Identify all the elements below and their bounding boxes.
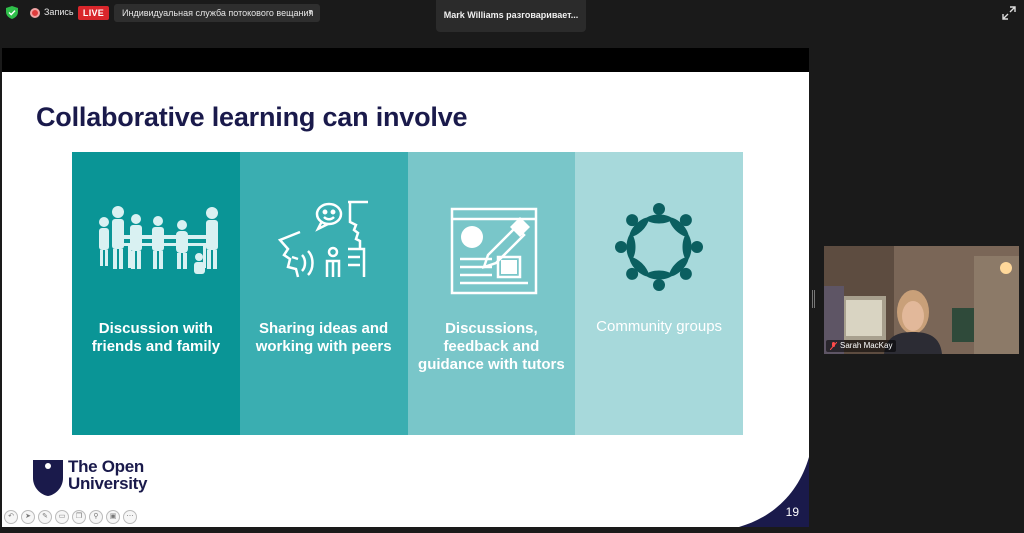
active-speaker-text: Mark Williams разговаривает...	[443, 10, 579, 20]
streaming-service-dropdown[interactable]: Индивидуальная служба потокового вещания…	[114, 4, 320, 22]
participant-name: Sarah MacKay	[840, 341, 893, 350]
open-university-logo: The Open University	[33, 458, 158, 498]
panel-label: Discussion with friends and family	[91, 320, 221, 355]
encryption-shield-icon[interactable]	[6, 6, 18, 19]
copy-icon[interactable]: ❐	[72, 510, 86, 524]
ou-logo-text: The Open University	[68, 457, 148, 493]
participant-video-tile[interactable]: Sarah MacKay	[824, 246, 1019, 354]
recording-label: Запись	[44, 7, 74, 17]
live-badge[interactable]: LIVE	[78, 6, 109, 20]
shared-screen-top-band	[2, 48, 809, 72]
exit-fullscreen-icon[interactable]	[1002, 6, 1016, 20]
document-with-pen-icon	[450, 207, 537, 295]
active-speaker-indicator: Mark Williams разговаривает...	[436, 0, 586, 32]
group-of-people-icon	[99, 206, 218, 274]
highlighter-icon[interactable]: ▭	[55, 510, 69, 524]
shared-slide: Collaborative learning can involve Discu…	[2, 72, 809, 527]
pen-icon[interactable]: ✎	[38, 510, 52, 524]
annotation-toolbar: ↶ ➤ ✎ ▭ ❐ ⚲ ▣ ⋯	[4, 510, 137, 526]
panel-label: Sharing ideas and working with peers	[255, 320, 392, 355]
panel-label: Community groups	[596, 318, 723, 335]
zoom-icon[interactable]: ⚲	[89, 510, 103, 524]
streaming-service-value: Индивидуальная служба потокового вещания	[122, 8, 314, 18]
panel-community-groups: Community groups	[575, 152, 743, 435]
ou-shield-icon	[33, 460, 63, 496]
participant-video-feed	[824, 246, 1019, 354]
panel-friends-family: Discussion with friends and family	[72, 152, 240, 435]
slide-title: Collaborative learning can involve	[36, 102, 468, 132]
cursor-icon[interactable]: ➤	[21, 510, 35, 524]
screen-icon[interactable]: ▣	[106, 510, 120, 524]
panel-label: Discussions, feedback and guidance with …	[418, 320, 565, 373]
more-icon[interactable]: ⋯	[123, 510, 137, 524]
panel-sharing-ideas: Sharing ideas and working with peers	[239, 152, 408, 435]
mic-muted-icon	[830, 342, 837, 350]
community-circle-icon	[615, 203, 704, 291]
chevron-down-icon: ▼	[307, 9, 314, 16]
talking-heads-icon	[277, 200, 368, 278]
recording-icon	[30, 8, 40, 18]
panel-tutor-feedback: Discussions, feedback and guidance with …	[407, 152, 576, 435]
ou-logo-line2: University	[68, 474, 148, 493]
zoom-meeting-window: Запись LIVE Индивидуальная служба потоко…	[0, 0, 1024, 533]
undo-icon[interactable]: ↶	[4, 510, 18, 524]
participant-name-tag: Sarah MacKay	[826, 340, 897, 352]
slide-panels: Discussion with friends and family Shari	[72, 152, 743, 435]
ou-logo-line1: The Open	[68, 457, 144, 476]
panel-resize-handle[interactable]	[812, 290, 815, 308]
slide-page-number: 19	[785, 505, 799, 519]
